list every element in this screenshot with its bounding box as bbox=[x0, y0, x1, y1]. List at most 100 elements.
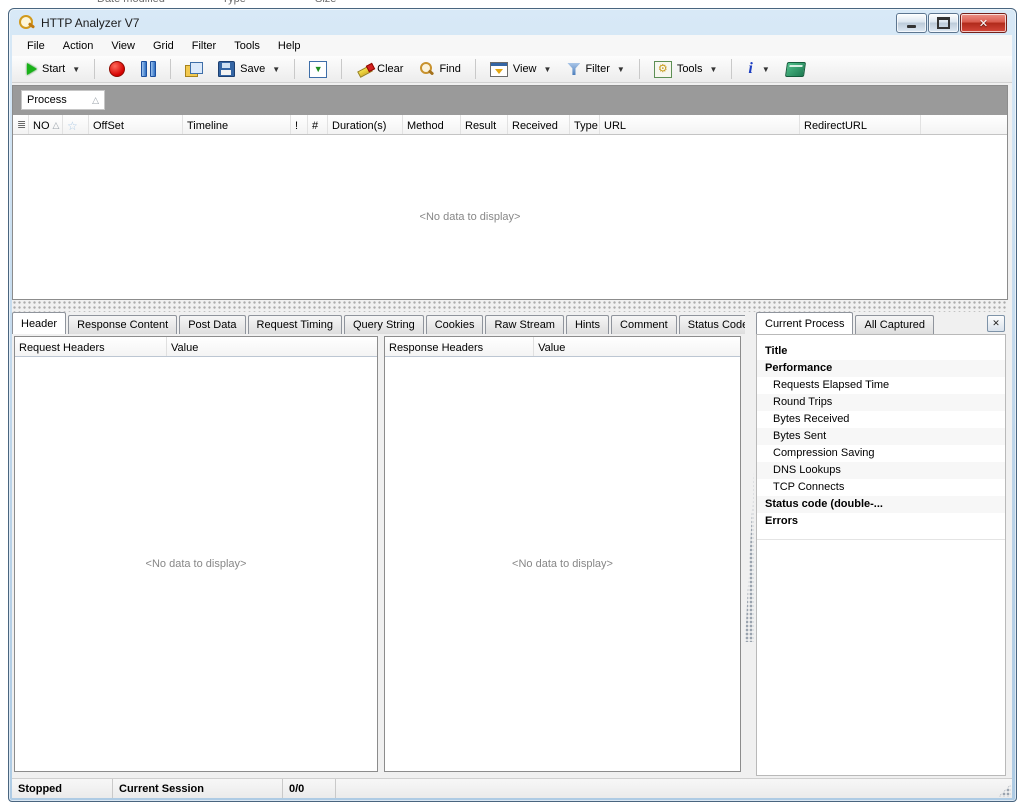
menu-item-help[interactable]: Help bbox=[269, 36, 310, 56]
column-label-duration-s: Duration(s) bbox=[332, 120, 386, 132]
horizontal-splitter[interactable] bbox=[12, 300, 1008, 312]
group-by-process-button[interactable]: Process △ bbox=[21, 90, 105, 110]
column-header-request-headers[interactable]: Request Headers bbox=[15, 337, 167, 356]
help-button[interactable] bbox=[779, 59, 812, 80]
column-label-received: Received bbox=[512, 120, 558, 132]
column-label-col: ! bbox=[295, 120, 298, 132]
menu-item-grid[interactable]: Grid bbox=[144, 36, 183, 56]
tree-item-dns-lookups[interactable]: DNS Lookups bbox=[757, 462, 1005, 479]
tools-button-label: Tools bbox=[677, 63, 703, 75]
tab-request-timing[interactable]: Request Timing bbox=[248, 315, 342, 334]
menu-item-file[interactable]: File bbox=[18, 36, 54, 56]
side-tab-all-captured[interactable]: All Captured bbox=[855, 315, 934, 334]
start-button[interactable]: Start ▼ bbox=[20, 60, 87, 78]
close-button[interactable]: ✕ bbox=[960, 13, 1007, 33]
find-button[interactable]: Find bbox=[412, 59, 467, 80]
column-header-redirecturl[interactable]: RedirectURL bbox=[800, 115, 921, 134]
resubmit-button[interactable] bbox=[178, 59, 209, 80]
column-header-received[interactable]: Received bbox=[508, 115, 570, 134]
tab-comment[interactable]: Comment bbox=[611, 315, 677, 334]
column-header-favorite-star[interactable]: ☆ bbox=[63, 115, 89, 134]
column-header-no[interactable]: NO△ bbox=[29, 115, 63, 134]
auto-scroll-button[interactable]: ▼ bbox=[302, 58, 334, 81]
column-label-redirecturl: RedirectURL bbox=[804, 120, 867, 132]
pause-button[interactable] bbox=[134, 58, 163, 80]
tab-cookies[interactable]: Cookies bbox=[426, 315, 484, 334]
tree-item-bytes-sent[interactable]: Bytes Sent bbox=[757, 428, 1005, 445]
splitter-grip bbox=[745, 472, 754, 642]
toolbar-separator bbox=[639, 59, 640, 79]
column-header-col[interactable]: # bbox=[308, 115, 328, 134]
statistics-tree: TitlePerformanceRequests Elapsed TimeRou… bbox=[757, 343, 1005, 530]
column-header-offset[interactable]: OffSet bbox=[89, 115, 183, 134]
tools-button[interactable]: ⚙ Tools ▼ bbox=[647, 58, 725, 81]
filter-button[interactable]: Filter ▼ bbox=[560, 60, 631, 78]
clear-button[interactable]: Clear bbox=[349, 59, 410, 80]
resubmit-icon bbox=[185, 62, 202, 77]
column-header-url[interactable]: URL bbox=[600, 115, 800, 134]
menu-item-filter[interactable]: Filter bbox=[183, 36, 225, 56]
tree-item-errors[interactable]: Errors bbox=[757, 513, 1005, 530]
response-headers-grid: Response Headers Value <No data to displ… bbox=[384, 336, 741, 772]
titlebar[interactable]: HTTP Analyzer V7 ✕ bbox=[9, 9, 1016, 36]
tab-query-string[interactable]: Query String bbox=[344, 315, 424, 334]
column-label-method: Method bbox=[407, 120, 444, 132]
tree-item-tcp-connects[interactable]: TCP Connects bbox=[757, 479, 1005, 496]
find-button-label: Find bbox=[439, 63, 460, 75]
menu-item-tools[interactable]: Tools bbox=[225, 36, 269, 56]
column-header-request-value[interactable]: Value bbox=[167, 337, 377, 356]
close-icon: ✕ bbox=[979, 17, 988, 30]
menu-item-view[interactable]: View bbox=[102, 36, 144, 56]
resize-grip-icon[interactable] bbox=[998, 784, 1011, 797]
menu-bar: FileActionViewGridFilterToolsHelp bbox=[12, 35, 1012, 56]
tab-header[interactable]: Header bbox=[12, 312, 66, 334]
window-title: HTTP Analyzer V7 bbox=[41, 16, 139, 30]
row-list-icon: ≣ bbox=[17, 120, 26, 131]
tree-item-compression-saving[interactable]: Compression Saving bbox=[757, 445, 1005, 462]
minimize-button[interactable] bbox=[896, 13, 927, 33]
tree-item-round-trips[interactable]: Round Trips bbox=[757, 394, 1005, 411]
save-floppy-icon bbox=[218, 61, 235, 77]
toolbar-separator bbox=[731, 59, 732, 79]
column-header-duration-s[interactable]: Duration(s) bbox=[328, 115, 403, 134]
tab-response-content[interactable]: Response Content bbox=[68, 315, 177, 334]
tree-item-title[interactable]: Title bbox=[757, 343, 1005, 360]
column-label-type: Type bbox=[574, 120, 598, 132]
toolbar-separator bbox=[294, 59, 295, 79]
status-session: Current Session bbox=[113, 779, 283, 798]
filter-dropdown-arrow-icon: ▼ bbox=[617, 65, 625, 74]
column-header-col[interactable]: ! bbox=[291, 115, 308, 134]
maximize-icon bbox=[937, 17, 950, 29]
column-header-timeline[interactable]: Timeline bbox=[183, 115, 291, 134]
info-button[interactable]: i ▼ bbox=[739, 59, 776, 79]
toolbar-separator bbox=[475, 59, 476, 79]
vertical-splitter[interactable] bbox=[745, 312, 754, 778]
view-button[interactable]: View ▼ bbox=[483, 59, 559, 80]
maximize-button[interactable] bbox=[928, 13, 959, 33]
status-state-label: Stopped bbox=[18, 783, 62, 795]
column-header-type[interactable]: Type bbox=[570, 115, 600, 134]
stop-button[interactable] bbox=[102, 58, 132, 80]
side-tab-current-process[interactable]: Current Process bbox=[756, 312, 853, 334]
request-headers-grid: Request Headers Value <No data to displa… bbox=[14, 336, 378, 772]
column-header-result[interactable]: Result bbox=[461, 115, 508, 134]
response-grid-empty-text: <No data to display> bbox=[512, 558, 613, 570]
tab-hints[interactable]: Hints bbox=[566, 315, 609, 334]
toolbar-separator bbox=[341, 59, 342, 79]
tree-item-requests-elapsed-time[interactable]: Requests Elapsed Time bbox=[757, 377, 1005, 394]
status-session-label: Current Session bbox=[119, 783, 204, 795]
tab-raw-stream[interactable]: Raw Stream bbox=[485, 315, 564, 334]
side-panel-close-button[interactable]: ✕ bbox=[987, 315, 1005, 332]
column-header-response-value[interactable]: Value bbox=[534, 337, 740, 356]
save-button[interactable]: Save ▼ bbox=[211, 58, 287, 80]
column-header-response-headers[interactable]: Response Headers bbox=[385, 337, 534, 356]
menu-item-action[interactable]: Action bbox=[54, 36, 103, 56]
minimize-icon bbox=[907, 25, 916, 28]
status-filler bbox=[336, 779, 1012, 798]
column-header-row-list[interactable]: ≣ bbox=[13, 115, 29, 134]
tree-item-bytes-received[interactable]: Bytes Received bbox=[757, 411, 1005, 428]
column-header-method[interactable]: Method bbox=[403, 115, 461, 134]
tab-post-data[interactable]: Post Data bbox=[179, 315, 245, 334]
tree-item-status-code-double[interactable]: Status code (double-... bbox=[757, 496, 1005, 513]
tree-item-performance[interactable]: Performance bbox=[757, 360, 1005, 377]
